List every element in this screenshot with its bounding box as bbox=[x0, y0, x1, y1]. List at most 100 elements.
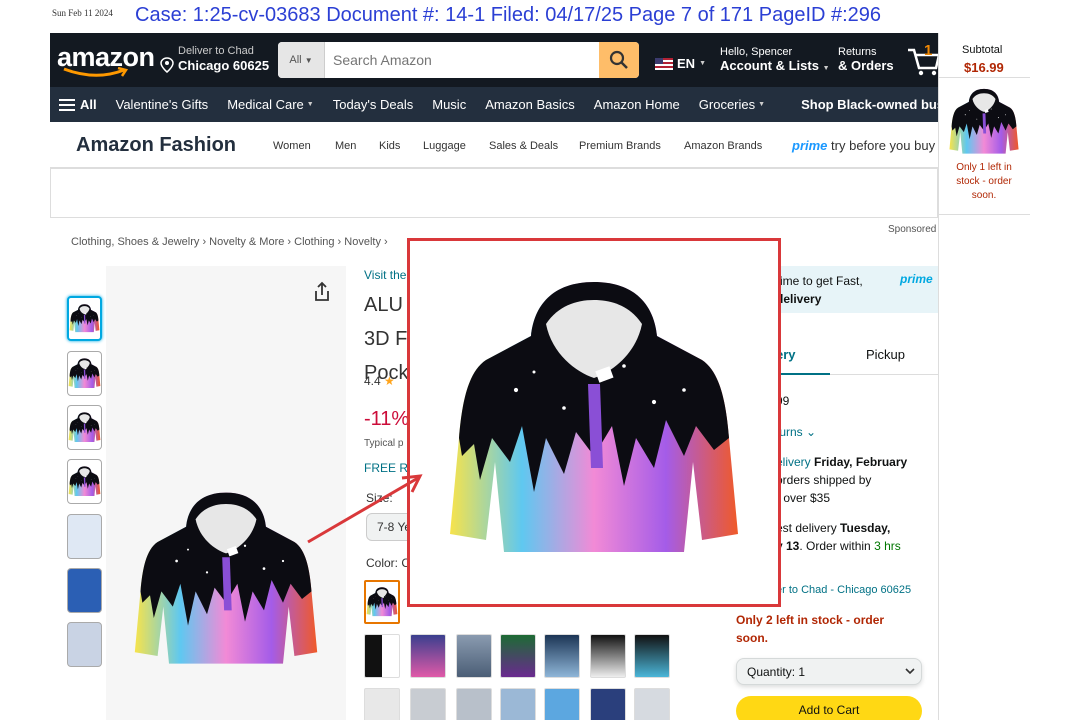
subnav-amazon-home[interactable]: Amazon Home bbox=[594, 97, 680, 112]
prime-promo-line: rime to get Fast, bbox=[776, 274, 863, 288]
share-icon[interactable] bbox=[310, 280, 334, 304]
search-button[interactable] bbox=[599, 42, 639, 78]
subnav-amazon-basics[interactable]: Amazon Basics bbox=[485, 97, 575, 112]
prime-try-label: try before you buy bbox=[831, 138, 936, 153]
caret-down-icon: ▼ bbox=[306, 101, 314, 108]
star-icon: ★ bbox=[384, 374, 395, 388]
color-swatch[interactable] bbox=[410, 634, 446, 678]
delivery-info: elivery Friday, February orders shipped … bbox=[776, 453, 936, 507]
discount-percent: -11% bbox=[364, 408, 410, 430]
cart-item-image[interactable] bbox=[948, 82, 1020, 162]
zoomed-product-image bbox=[407, 238, 781, 607]
color-swatch[interactable] bbox=[410, 688, 446, 720]
search-bar: All ▼ bbox=[278, 42, 639, 78]
fashion-link-sales[interactable]: Sales & Deals bbox=[489, 140, 558, 152]
color-swatch[interactable] bbox=[364, 634, 400, 678]
brand-store-link[interactable]: Visit the bbox=[364, 268, 406, 282]
product-thumbnail[interactable] bbox=[67, 568, 102, 613]
divider bbox=[938, 77, 1030, 78]
subnav-medical-care[interactable]: Medical Care ▼ bbox=[227, 97, 314, 112]
color-swatch[interactable] bbox=[364, 688, 400, 720]
hamburger-icon bbox=[59, 98, 75, 111]
subnav-music[interactable]: Music bbox=[432, 97, 466, 112]
cart-icon[interactable] bbox=[906, 44, 940, 76]
product-thumbnail[interactable] bbox=[67, 622, 102, 667]
color-swatch[interactable] bbox=[544, 634, 580, 678]
secondary-nav: All Valentine's Gifts Medical Care ▼ Toda… bbox=[50, 87, 938, 122]
search-input[interactable] bbox=[325, 42, 599, 78]
product-thumbnail[interactable] bbox=[67, 459, 102, 504]
product-thumbnail[interactable] bbox=[67, 405, 102, 450]
deliver-to-label: er to Chad - Chicago 60625 bbox=[776, 584, 912, 596]
deliver-to-link[interactable]: er to Chad - Chicago 60625 bbox=[776, 584, 911, 596]
product-thumbnail[interactable] bbox=[67, 514, 102, 559]
language-selector[interactable]: EN ▼ bbox=[655, 56, 706, 71]
fashion-link-luggage[interactable]: Luggage bbox=[423, 140, 466, 152]
fastest-delivery: est delivery Tuesday, y 13. Order within… bbox=[776, 519, 936, 555]
fashion-link-amazon-brands[interactable]: Amazon Brands bbox=[684, 140, 762, 152]
subnav-todays-deals[interactable]: Today's Deals bbox=[333, 97, 414, 112]
product-title-line: ALU bbox=[364, 294, 403, 316]
subnav-shop-black-owned[interactable]: Shop Black-owned businesses bbox=[801, 97, 938, 112]
color-swatch[interactable] bbox=[456, 688, 492, 720]
prime-logo: prime bbox=[900, 272, 933, 286]
buybox-returns-link[interactable]: turns ⌄ bbox=[776, 425, 816, 439]
color-swatch[interactable] bbox=[634, 634, 670, 678]
color-swatch[interactable] bbox=[456, 634, 492, 678]
color-swatch[interactable] bbox=[634, 688, 670, 720]
subnav-groceries[interactable]: Groceries ▼ bbox=[699, 97, 765, 112]
tab-pickup[interactable]: Pickup bbox=[866, 347, 905, 362]
fastest-day: Tuesday, bbox=[840, 521, 891, 535]
color-swatch[interactable] bbox=[590, 688, 626, 720]
cart-count: 1 bbox=[924, 42, 933, 59]
delivery-line: r over $35 bbox=[776, 491, 831, 505]
product-thumbnail[interactable] bbox=[67, 296, 102, 341]
returns-line1: Returns bbox=[838, 46, 877, 58]
us-flag-icon bbox=[655, 57, 673, 70]
deliver-line1: Deliver to Chad bbox=[178, 45, 254, 57]
rating[interactable]: 4.4 ★ bbox=[364, 374, 395, 388]
color-swatch[interactable] bbox=[500, 688, 536, 720]
returns-line2: & Orders bbox=[838, 58, 894, 73]
color-swatch[interactable] bbox=[544, 688, 580, 720]
ad-banner[interactable] bbox=[50, 168, 938, 218]
prime-try-before-you-buy[interactable]: prime try before you buy bbox=[792, 138, 935, 153]
fashion-link-kids[interactable]: Kids bbox=[379, 140, 400, 152]
add-to-cart-button[interactable]: Add to Cart bbox=[736, 696, 922, 720]
subtotal-price: $16.99 bbox=[964, 60, 1004, 75]
fashion-title[interactable]: Amazon Fashion bbox=[76, 134, 236, 157]
cart-item-stock: Only 1 left in stock - order soon. bbox=[956, 162, 1012, 201]
caret-down-icon: ▼ bbox=[304, 55, 313, 65]
stock-status: Only 2 left in stock - order soon. bbox=[736, 613, 885, 645]
color-swatch[interactable] bbox=[500, 634, 536, 678]
color-swatch[interactable] bbox=[590, 634, 626, 678]
color-swatch[interactable] bbox=[364, 580, 400, 624]
subnav-valentines[interactable]: Valentine's Gifts bbox=[116, 97, 209, 112]
returns-orders[interactable]: Returns & Orders bbox=[838, 46, 894, 73]
fashion-link-premium[interactable]: Premium Brands bbox=[579, 140, 661, 152]
subnav-medical-care-label: Medical Care bbox=[227, 97, 304, 112]
amazon-smile-icon bbox=[63, 67, 129, 77]
hoodie-image bbox=[131, 480, 321, 680]
fastest-label: est delivery bbox=[776, 521, 837, 535]
fashion-link-women[interactable]: Women bbox=[273, 140, 311, 152]
delivery-link[interactable]: elivery bbox=[776, 455, 811, 469]
sponsored-label: Sponsored bbox=[888, 224, 937, 235]
product-thumbnail[interactable] bbox=[67, 351, 102, 396]
subnav-groceries-label: Groceries bbox=[698, 97, 756, 112]
chevron-down-icon bbox=[905, 668, 915, 675]
delivery-line: orders shipped by bbox=[776, 473, 872, 487]
quantity-select[interactable]: Quantity: 1 bbox=[736, 658, 922, 685]
all-menu-button[interactable]: All bbox=[59, 97, 97, 112]
search-category[interactable]: All ▼ bbox=[278, 42, 325, 78]
breadcrumb[interactable]: Clothing, Shoes & Jewelry › Novelty & Mo… bbox=[71, 236, 388, 248]
prime-word: prime bbox=[792, 138, 828, 153]
caret-down-icon: ▼ bbox=[699, 60, 706, 67]
fashion-link-men[interactable]: Men bbox=[335, 140, 356, 152]
product-title-line: 3D F bbox=[364, 328, 408, 350]
account-menu[interactable]: Hello, Spencer Account & Lists ▼ bbox=[720, 46, 830, 73]
account-greeting: Hello, Spencer bbox=[720, 46, 793, 58]
deliver-to[interactable]: Deliver to Chad Chicago 60625 bbox=[160, 45, 269, 73]
typical-price: Typical p bbox=[364, 438, 404, 449]
delivery-date: Friday, February bbox=[814, 455, 908, 469]
